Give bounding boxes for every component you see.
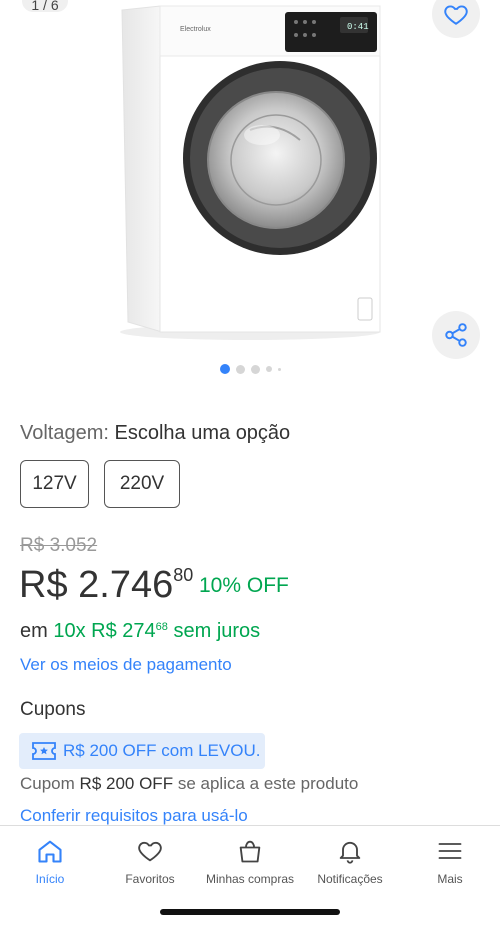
coupon-note-prefix: Cupom [20,774,75,793]
product-gallery[interactable]: 1 / 6 0:41 Electrolux [0,0,500,385]
coupon-requirements-link[interactable]: Conferir requisitos para usá-lo [20,806,248,826]
menu-icon [438,843,462,859]
svg-text:0:41: 0:41 [347,22,369,32]
current-price: R$ 2.74680 [19,563,193,613]
pagination-dot[interactable] [219,364,230,374]
installments-suffix: sem juros [173,620,261,642]
heart-icon [444,5,468,25]
pagination-dot[interactable] [265,366,272,372]
price-currency: R$ [19,564,68,606]
price-cents: 80 [173,565,194,585]
coupon-chip-label: R$ 200 OFF com LEVOU. [63,741,261,760]
home-icon [38,840,62,863]
nav-item-label: Favoritos [125,872,175,886]
share-icon [445,323,467,347]
svg-text:Electrolux: Electrolux [180,26,211,33]
bag-icon [239,840,261,863]
pagination-dot[interactable] [277,367,281,371]
nav-item-inicio[interactable]: Início [0,834,100,886]
nav-item-label: Notificações [317,872,383,886]
voltage-option-220v[interactable]: 220V [104,460,180,508]
variation-key: Voltagem: [20,422,109,444]
coupon-chip[interactable]: R$ 200 OFF com LEVOU. [19,733,265,769]
discount-badge: 10% OFF [199,574,289,597]
nav-item-minhas-compras[interactable]: Minhas compras [200,834,300,886]
variation-value: Escolha uma opção [114,422,291,444]
coupons-title: Cupons [20,699,86,720]
nav-item-label: Mais [437,872,463,886]
bell-icon [339,841,361,864]
nav-item-notificacoes[interactable]: Notificações [300,834,400,886]
installments-cents: 68 [155,621,168,633]
price-integer: 2.746 [78,564,174,606]
home-indicator [160,909,340,915]
heart-icon [138,841,162,862]
nav-item-label: Início [35,872,65,886]
coupon-note-amount: R$ 200 OFF [79,774,174,793]
voltage-option-label: 220V [119,473,165,494]
nav-item-mais[interactable]: Mais [400,834,500,886]
installments: em 10x R$ 27468 sem juros [20,620,260,643]
nav-item-favoritos[interactable]: Favoritos [100,834,200,886]
voltage-option-127v[interactable]: 127V [20,460,89,508]
gallery-pagination[interactable] [0,364,500,374]
installments-count: 10x [53,620,86,642]
share-button[interactable] [432,311,480,359]
product-image[interactable]: 0:41 Electrolux [0,0,500,345]
coupon-note-suffix: se aplica a este produto [177,774,359,793]
coupon-note: Cupom R$ 200 OFF se aplica a este produt… [20,774,358,794]
original-price: R$ 3.052 [20,535,98,556]
voltage-option-label: 127V [32,473,77,494]
installments-prefix: em [20,620,48,642]
pagination-dot[interactable] [235,364,245,374]
pagination-dot[interactable] [250,364,260,374]
ticket-icon [32,742,56,760]
payment-methods-link[interactable]: Ver os meios de pagamento [20,655,232,675]
installments-value: R$ 274 [91,620,156,642]
variation-label: Voltagem: Escolha uma opção [20,422,290,445]
nav-item-label: Minhas compras [205,872,295,886]
